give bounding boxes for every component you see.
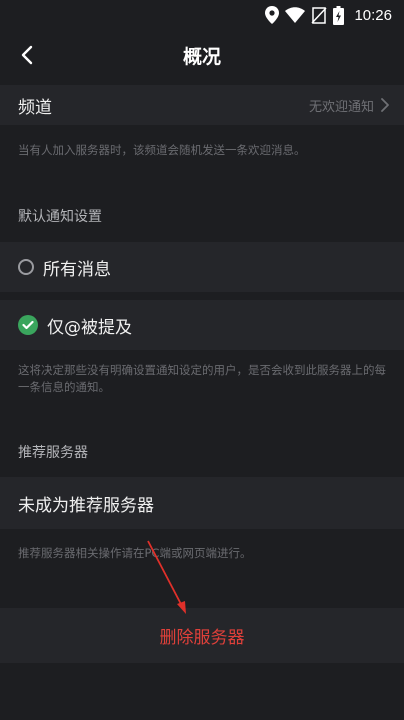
delete-server-button[interactable]: 删除服务器	[0, 608, 404, 663]
status-bar: 10:26	[0, 0, 404, 30]
wifi-icon	[285, 7, 306, 23]
notification-option-all[interactable]: 所有消息	[0, 242, 404, 292]
back-button[interactable]	[14, 42, 40, 68]
recommend-section-title: 推荐服务器	[18, 445, 88, 461]
notification-option-label: 仅@被提及	[47, 317, 132, 338]
notification-section-title: 默认通知设置	[18, 209, 102, 225]
radio-unchecked-icon[interactable]	[18, 259, 34, 275]
chevron-left-icon	[21, 45, 33, 65]
notification-hint: 这将决定那些没有明确设置通知设定的用户，是否会收到此服务器上的每一条信息的通知。	[18, 363, 386, 394]
chevron-right-icon	[381, 98, 389, 112]
channel-hint: 当有人加入服务器时，该频道会随机发送一条欢迎消息。	[18, 143, 306, 157]
notification-option-mentions[interactable]: 仅@被提及	[0, 300, 404, 350]
radio-checked-icon[interactable]	[18, 315, 38, 335]
header: 概况	[0, 30, 404, 80]
channel-row[interactable]: 频道 无欢迎通知	[0, 85, 404, 125]
recommend-hint: 推荐服务器相关操作请在PC端或网页端进行。	[18, 546, 252, 560]
channel-value-group: 无欢迎通知	[309, 96, 390, 115]
status-time: 10:26	[354, 6, 392, 24]
recommend-server-row[interactable]: 未成为推荐服务器	[0, 477, 404, 529]
recommend-server-label: 未成为推荐服务器	[18, 495, 154, 516]
check-icon	[22, 320, 34, 330]
delete-server-label: 删除服务器	[159, 628, 245, 648]
screen: 10:26 概况 频道 无欢迎通知 当有人加入服务器时，该频道会随机发送一条欢迎…	[0, 0, 404, 720]
location-icon	[265, 6, 280, 24]
notification-option-label: 所有消息	[43, 259, 111, 280]
battery-charging-icon	[333, 5, 345, 25]
channel-value: 无欢迎通知	[308, 99, 374, 115]
channel-label: 频道	[18, 97, 52, 118]
page-title: 概况	[182, 45, 221, 68]
no-sim-icon	[311, 6, 328, 24]
